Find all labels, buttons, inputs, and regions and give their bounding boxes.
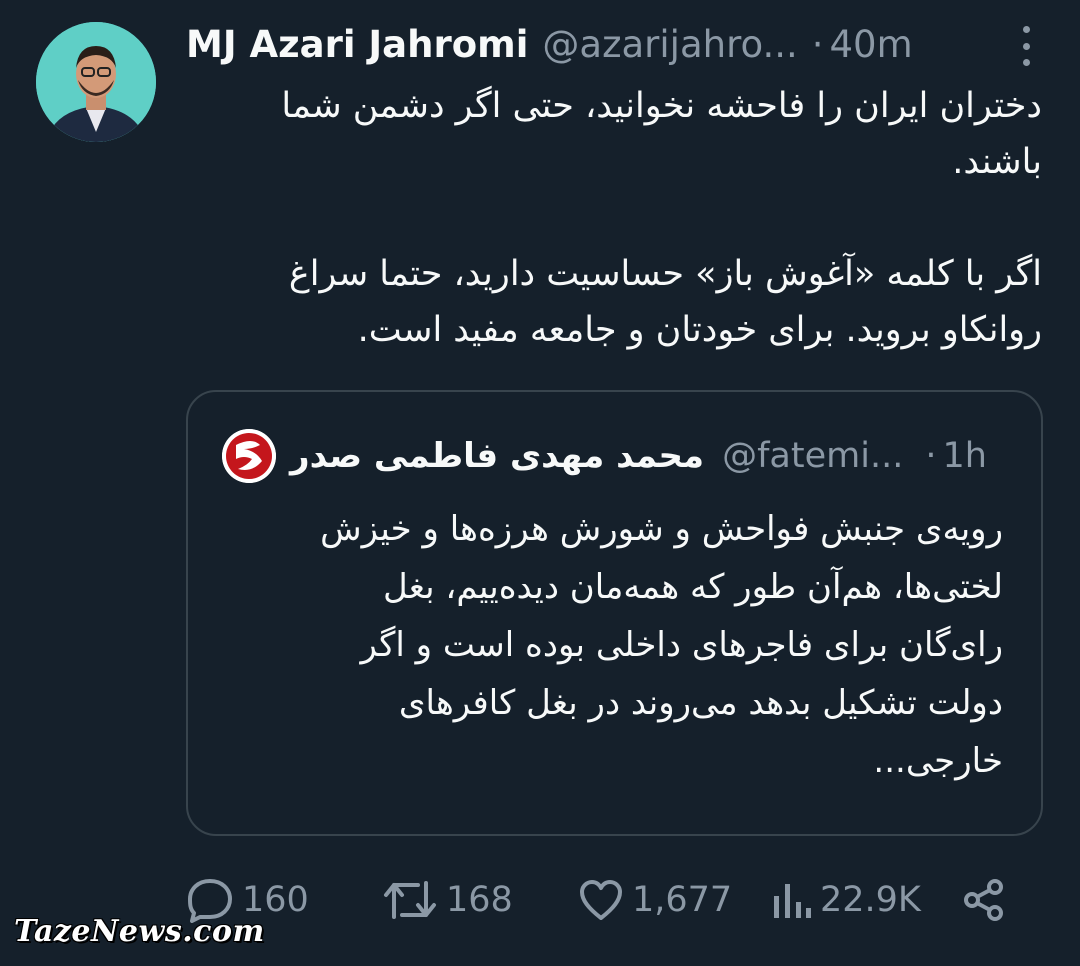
tweet-header: MJ Azari Jahromi @azarijahro... · 40m: [186, 18, 1070, 70]
avatar-image: [36, 22, 156, 142]
quoted-text: رویه‌ی جنبش فواحش و شورش هرزه‌ها و خیزش …: [320, 509, 1003, 781]
views-button[interactable]: 22.9K: [770, 872, 921, 928]
quoted-header: محمد مهدی فاطمی صدر @fatemi... · 1h: [222, 429, 1003, 483]
quoted-time[interactable]: 1h: [942, 436, 986, 476]
retweet-count: 168: [446, 880, 513, 920]
tweet-time[interactable]: 40m: [830, 23, 913, 66]
like-count: 1,677: [632, 880, 733, 920]
quoted-logo-icon: [222, 429, 276, 483]
tweet-text: دختران ایران را فاحشه نخوانید، حتی اگر د…: [281, 86, 1042, 350]
quoted-tweet[interactable]: محمد مهدی فاطمی صدر @fatemi... · 1h رویه…: [186, 390, 1043, 836]
watermark: TazeNews.com: [14, 914, 265, 949]
views-count: 22.9K: [820, 880, 921, 920]
author-handle[interactable]: @azarijahro...: [542, 23, 797, 66]
heart-icon: [580, 880, 622, 920]
header-separator: ·: [811, 22, 824, 66]
author-name[interactable]: MJ Azari Jahromi: [186, 23, 528, 66]
share-icon: [964, 879, 1003, 921]
retweet-button[interactable]: 168: [382, 872, 513, 928]
quoted-separator: ·: [925, 436, 937, 476]
action-bar: 160 168 1,677 22.9K: [186, 872, 1016, 928]
quoted-author-handle[interactable]: @fatemi...: [722, 436, 903, 476]
quoted-avatar[interactable]: [222, 429, 276, 483]
author-avatar[interactable]: [36, 22, 156, 142]
retweet-icon: [384, 881, 436, 919]
like-button[interactable]: 1,677: [578, 872, 732, 928]
views-icon: [774, 884, 811, 918]
share-button[interactable]: [962, 872, 1006, 928]
more-vertical-icon[interactable]: [1020, 26, 1032, 66]
quoted-author-name[interactable]: محمد مهدی فاطمی صدر: [290, 436, 704, 476]
